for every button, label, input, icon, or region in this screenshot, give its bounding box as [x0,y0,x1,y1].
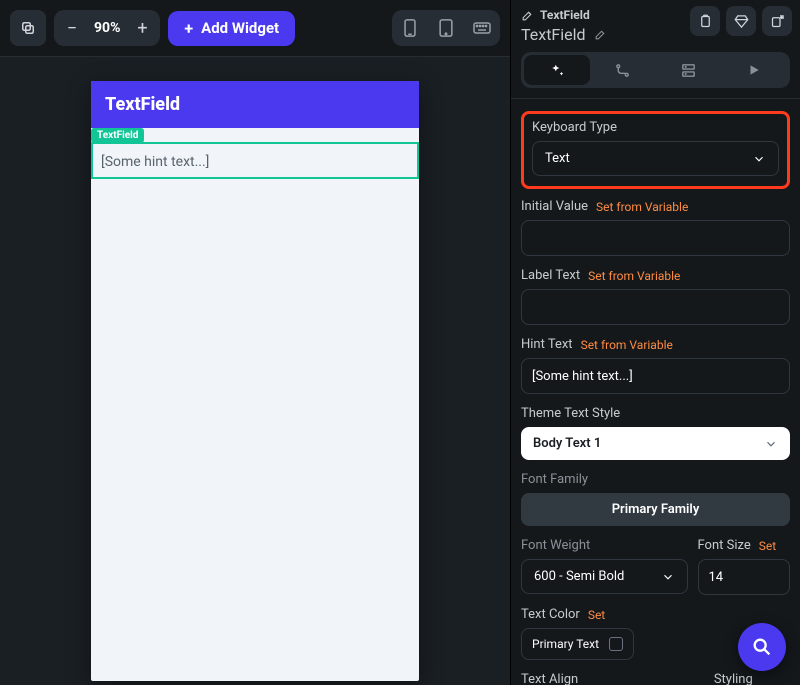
font-size-set[interactable]: Set [759,539,776,553]
initial-value-input[interactable] [521,220,790,256]
widget-tag: TextField [91,128,144,143]
branch-icon [614,62,631,79]
hint-text-field: Hint Text Set from Variable [521,337,790,394]
chevron-down-icon [752,152,766,166]
initial-value-field: Initial Value Set from Variable [521,199,790,256]
zoom-value: 90% [88,20,126,36]
label-text-input[interactable] [521,289,790,325]
wand-icon [548,62,565,79]
tablet-icon [438,19,454,37]
help-fab[interactable] [738,623,786,671]
inspector-panel: TextField TextField [510,0,800,685]
chevron-down-icon [661,570,675,584]
label-text-set-variable[interactable]: Set from Variable [588,269,680,283]
zoom-out-button[interactable]: − [56,12,88,44]
theme-text-style-select[interactable]: Body Text 1 [521,427,790,460]
play-icon [747,63,761,77]
text-align-label: Text Align [521,672,578,685]
text-color-value: Primary Text [532,637,599,651]
font-family-label: Font Family [521,472,588,487]
clipboard-icon [698,14,713,29]
font-family-field: Font Family Primary Family [521,472,790,526]
font-size-label: Font Size [698,538,751,553]
add-panel-button[interactable] [762,6,792,36]
color-swatch [609,637,623,651]
align-style-row: Text Align Styling I [521,672,790,685]
header-action-group [690,6,792,36]
search-icon [751,636,773,658]
top-toolbar: − 90% + + Add Widget [0,0,510,57]
device-tablet-button[interactable] [431,13,461,43]
zoom-in-button[interactable]: + [126,12,158,44]
device-frame: TextField TextField [Some hint text...] [91,81,419,681]
device-mobile-button[interactable] [395,13,425,43]
font-row: Font Weight 600 - Semi Bold Font Size Se… [521,538,790,607]
text-align-field: Text Align [521,672,704,685]
font-weight-field: Font Weight 600 - Semi Bold [521,538,688,595]
styling-label: Styling [714,672,753,685]
theme-text-style-value: Body Text 1 [533,436,601,451]
text-color-label: Text Color [521,607,580,622]
tab-play[interactable] [721,55,787,85]
keyboard-type-select[interactable]: Text [532,141,779,176]
zoom-control: − 90% + [54,10,160,46]
styling-field: Styling I [714,672,790,685]
database-icon [680,62,697,79]
diamond-button[interactable] [726,6,756,36]
device-preview-group [392,10,500,46]
pencil-icon[interactable] [594,28,607,41]
label-text-label: Label Text [521,268,580,283]
textfield-hint: [Some hint text...] [101,154,209,170]
text-color-set[interactable]: Set [588,608,605,622]
keyboard-type-label: Keyboard Type [532,120,617,135]
clipboard-button[interactable] [690,6,720,36]
keyboard-type-value: Text [545,151,570,166]
textfield-widget[interactable]: TextField [Some hint text...] [91,128,419,179]
add-widget-label: Add Widget [201,19,279,37]
font-weight-label: Font Weight [521,538,590,553]
initial-value-set-variable[interactable]: Set from Variable [596,200,688,214]
add-panel-icon [770,14,785,29]
inspector-header: TextField TextField [511,0,800,99]
font-weight-value: 600 - Semi Bold [534,569,624,584]
layers-button[interactable] [10,10,46,46]
edit-icon [521,9,534,22]
diamond-icon [734,14,749,29]
tab-actions[interactable] [590,55,656,85]
font-size-input[interactable] [698,559,791,595]
label-text-field: Label Text Set from Variable [521,268,790,325]
inspector-tabs [521,52,790,88]
theme-text-style-label: Theme Text Style [521,406,620,421]
mobile-icon [403,19,417,37]
inspector-title: TextField [521,25,586,44]
theme-text-style-field: Theme Text Style Body Text 1 [521,406,790,460]
initial-value-label: Initial Value [521,199,588,214]
hint-text-set-variable[interactable]: Set from Variable [581,338,673,352]
layers-icon [19,19,37,37]
font-weight-select[interactable]: 600 - Semi Bold [521,559,688,594]
add-widget-button[interactable]: + Add Widget [168,11,295,46]
tab-backend[interactable] [656,55,722,85]
app-bar: TextField [91,81,419,128]
tab-style[interactable] [524,55,590,85]
chevron-down-icon [764,437,778,451]
hint-text-input[interactable] [521,358,790,394]
breadcrumb-label: TextField [540,8,590,22]
inspector-body[interactable]: Keyboard Type Text Initial Value Set fro… [511,99,800,685]
text-color-chip[interactable]: Primary Text [521,628,634,660]
app-bar-title: TextField [105,94,180,115]
plus-icon: + [184,19,193,38]
hint-text-label: Hint Text [521,337,573,352]
font-size-field: Font Size Set [698,538,791,595]
device-keyboard-button[interactable] [467,13,497,43]
canvas[interactable]: TextField TextField [Some hint text...] [0,57,510,685]
textfield-box[interactable]: [Some hint text...] [91,142,419,179]
keyboard-icon [473,22,491,34]
keyboard-type-field: Keyboard Type Text [521,111,790,189]
font-family-button[interactable]: Primary Family [521,493,790,526]
